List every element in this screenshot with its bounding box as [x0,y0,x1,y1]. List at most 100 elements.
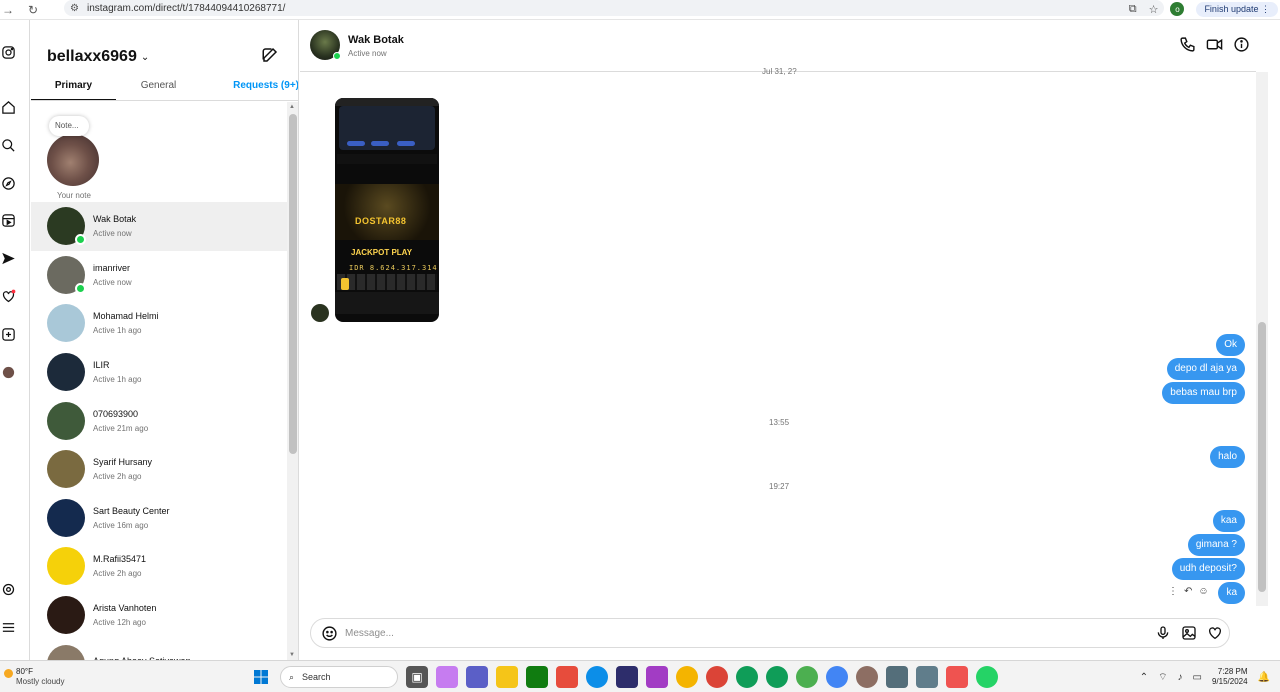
conversation-avatar [47,644,85,660]
conversation-item[interactable]: Mohamad Helmi Active 1h ago [31,299,287,348]
clock[interactable]: 7:28 PM 9/15/2024 [1212,667,1248,687]
task-view-icon[interactable]: ▣ [406,666,428,688]
sidebar-scrollbar[interactable]: ▲ ▼ [287,102,298,660]
conversation-name: ILIR [93,360,110,371]
volume-icon[interactable]: ♪ [1178,672,1183,683]
video-call-icon[interactable] [1206,36,1223,58]
threads-icon[interactable] [0,582,16,598]
conversation-avatar [47,547,85,586]
copilot-icon[interactable] [436,666,458,688]
conversation-item[interactable]: ILIR Active 1h ago [31,348,287,397]
weather-widget[interactable]: 80°F Mostly cloudy [4,667,64,687]
notifications-heart-icon[interactable] [0,289,16,305]
react-emoji-icon[interactable]: ☺ [1198,586,1208,597]
conversation-item[interactable]: M.Rafii35471 Active 2h ago [31,542,287,591]
clock-date: 9/15/2024 [1211,677,1248,686]
create-icon[interactable] [0,327,16,343]
sent-message[interactable]: halo [1210,446,1245,468]
conversation-text: Wak Botak Active now [93,214,136,238]
chrome-icon[interactable] [676,666,698,688]
conversation-item[interactable]: imanriver Active now [31,251,287,300]
messages-scrollbar[interactable] [1256,72,1268,606]
chrome-icon[interactable] [856,666,878,688]
profile-avatar-icon[interactable] [0,365,16,381]
received-screenshot-image[interactable]: DOSTAR88 JACKPOT PLAY IDR 8.624.317.314 [335,98,439,322]
new-message-icon[interactable] [261,46,279,64]
conversation-item[interactable]: Sart Beauty Center Active 16m ago [31,494,287,543]
site-info-icon[interactable]: ⚙ [70,3,79,14]
message-input[interactable] [345,624,1125,642]
conversation-item[interactable]: 070693900 Active 21m ago [31,396,287,445]
calculator-icon[interactable] [916,666,938,688]
taskbar-search[interactable]: ⌕ Search [280,666,398,688]
sidebar-scroll-thumb[interactable] [289,114,297,454]
home-icon[interactable] [0,100,16,116]
scroll-up-icon[interactable]: ▲ [289,104,295,110]
finish-update-button[interactable]: Finish update ⋮ [1196,1,1278,17]
forward-icon[interactable]: → [2,3,14,17]
sent-message[interactable]: Ok [1216,334,1245,356]
app-icon[interactable] [556,666,578,688]
conversation-item[interactable]: Syarif Hursany Active 2h ago [31,445,287,494]
reload-icon[interactable]: ↻ [28,3,38,17]
reels-icon[interactable] [0,213,16,229]
note-avatar[interactable] [47,134,99,186]
show-hidden-icons[interactable]: ⌃ [1140,672,1148,683]
chrome-active-icon[interactable] [946,666,968,688]
address-bar[interactable]: ⚙ instagram.com/direct/t/178440944102687… [64,0,1164,16]
notepad-icon[interactable] [886,666,908,688]
scroll-down-icon[interactable]: ▼ [289,652,295,658]
messages-scroll-thumb[interactable] [1258,322,1266,592]
sent-message[interactable]: kaa [1212,510,1245,532]
bookmark-star-icon[interactable]: ☆ [1149,3,1159,16]
notification-bell-icon[interactable]: 🔔 [1258,672,1270,683]
conversation-item[interactable]: Agung Ahooy Setiyawan [31,639,287,660]
add-photo-icon[interactable] [1181,625,1197,646]
profile-avatar[interactable]: o [1170,2,1185,16]
conversation-item[interactable]: Wak Botak Active now [31,202,287,251]
chrome-icon[interactable] [766,666,788,688]
windows-start-icon[interactable] [250,666,272,688]
tab-primary[interactable]: Primary [31,76,116,100]
sent-message[interactable]: depo dl aja ya [1166,358,1245,380]
emoji-picker-icon[interactable] [321,625,338,642]
chrome-icon[interactable] [796,666,818,688]
xbox-icon[interactable] [526,666,548,688]
chrome-icon[interactable] [826,666,848,688]
tab-general[interactable]: General [116,76,201,100]
direct-messages-icon[interactable] [0,251,16,267]
note-bubble[interactable]: Note... [49,116,89,136]
contact-avatar[interactable] [310,30,341,60]
conversation-item[interactable]: Arista Vanhoten Active 12h ago [31,591,287,640]
conversation-info-icon[interactable] [1233,36,1250,58]
teams-icon[interactable] [466,666,488,688]
instagram-logo-icon[interactable] [0,45,16,61]
menu-icon[interactable] [0,620,16,636]
install-icon[interactable]: ⧉ [1129,3,1137,16]
contact-name[interactable]: Wak Botak [348,34,404,46]
chrome-icon[interactable] [736,666,758,688]
sent-message[interactable]: gimana ? [1187,534,1245,556]
whatsapp-icon[interactable] [976,666,998,688]
search-icon[interactable] [0,138,16,154]
like-heart-icon[interactable] [1207,625,1223,646]
sent-message[interactable]: ka [1218,582,1245,604]
battery-icon[interactable]: ▭ [1193,672,1202,683]
account-switcher[interactable]: bellaxx6969 ⌄ [47,48,149,66]
network-icon[interactable]: ⌔ [1158,671,1167,684]
conversation-name: 070693900 [93,408,139,419]
phone-call-icon[interactable] [1179,36,1196,58]
voice-clip-icon[interactable] [1155,625,1171,646]
explore-compass-icon[interactable] [0,176,16,192]
tab-requests[interactable]: Requests (9+) [201,76,298,100]
app-icon[interactable] [646,666,668,688]
file-explorer-icon[interactable] [496,666,518,688]
reply-icon[interactable]: ↶ [1184,586,1192,597]
sent-message[interactable]: bebas mau brp [1162,382,1245,404]
sent-message[interactable]: udh deposit? [1171,558,1245,580]
more-options-icon[interactable]: ⋮ [1168,586,1178,597]
store-icon[interactable] [616,666,638,688]
sender-avatar[interactable] [311,304,329,322]
chrome-icon[interactable] [706,666,728,688]
edge-icon[interactable] [586,666,608,688]
